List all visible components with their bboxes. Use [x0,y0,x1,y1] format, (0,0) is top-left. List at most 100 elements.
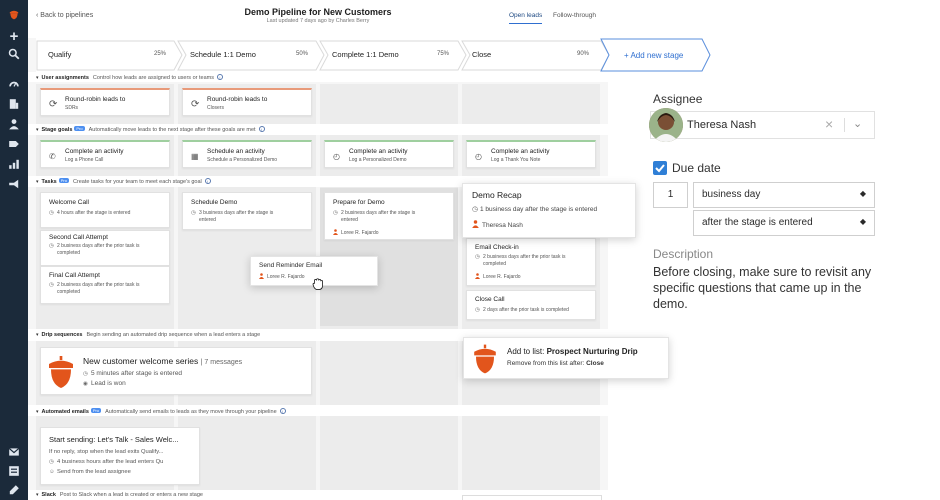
section-tasks[interactable]: ▾ Tasks Pro Create tasks for your team to m… [36,178,211,185]
due-unit-value: business day [702,189,761,200]
task-timing: 2 business days after the prior task is [57,282,140,288]
caret-down-icon: ▾ [36,75,39,81]
stage-complete[interactable]: Complete 1:1 Demo [332,50,399,59]
due-date-checkbox[interactable] [653,161,667,175]
section-title: Automated emails [41,409,89,415]
list-icon[interactable] [6,463,22,479]
inbox-icon[interactable] [6,444,22,460]
clipboard-icon[interactable] [6,482,22,498]
dragging-task-card[interactable]: Send Reminder Email Loree R. Fajardo [250,256,378,291]
brand-acorn-icon[interactable] [6,6,22,22]
task-title: Close Call [475,296,505,303]
task-timing: 2 business days after the prior task is [57,243,140,249]
due-anchor-select[interactable]: after the stage is entered ◆ [693,210,875,236]
description-text[interactable]: Before closing, make sure to revisit any… [653,264,883,312]
goal-card[interactable]: ◴ Complete an activity Log a Personalize… [324,140,454,168]
email-stop-rule: If no reply, stop when the lead exits Qu… [49,449,164,455]
stage-name: Qualify [48,50,72,59]
task-card[interactable]: Email Check-in ◷ 2 business days after th… [466,238,596,286]
info-icon[interactable]: i [216,74,223,80]
clock-icon: ◷ [475,254,480,260]
chevron-down-icon[interactable]: ⌄ [853,117,862,130]
section-slack[interactable]: ▾ Slack Post to Slack when a lead is creat… [36,492,203,498]
round-robin-icon: ⟳ [49,99,58,110]
task-card[interactable]: Prepare for Demo ◷ 2 business days after … [324,192,454,240]
section-drip-sequences[interactable]: ▾ Drip sequences Begin sending an automate… [36,332,260,338]
task-card[interactable]: Schedule Demo ◷ 3 business days after the… [182,192,312,230]
activity-icon: ◴ [333,152,340,161]
drip-message-count: | 7 messages [200,359,243,366]
stage-close[interactable]: Close [472,50,491,59]
dashboard-icon[interactable] [6,76,22,92]
reports-icon[interactable] [6,156,22,172]
goal-title: Complete an activity [349,148,408,155]
section-stage-goals[interactable]: ▾ Stage goals Pro Automatically move leads … [36,126,265,133]
caret-down-icon: ▾ [36,332,39,338]
section-desc: Begin sending an automated drip sequence… [86,332,261,338]
section-title: Slack [41,492,56,498]
assignee-label: Assignee [653,92,703,106]
demo-recap-card[interactable]: Demo Recap ◷ 1 business day after the sta… [462,183,636,238]
task-card[interactable]: Second Call Attempt ◷ 2 business days aft… [40,230,170,266]
task-card[interactable]: Final Call Attempt ◷ 2 business days afte… [40,266,170,304]
due-unit-select[interactable]: business day ◆ [693,182,875,208]
assignment-card[interactable]: ⟳ Round-robin leads to SDRs [40,88,170,116]
goal-sub: Log a Personalized Demo [349,157,407,163]
select-arrow-icon: ◆ [859,217,866,226]
building-icon[interactable] [6,96,22,112]
task-card[interactable]: Close Call ◷ 2 days after the prior task … [466,290,596,320]
drip-card[interactable]: New customer welcome series | 7 messages… [40,347,312,395]
task-timing-cont: entered [199,216,216,223]
person-icon [475,273,480,279]
checkmark-icon [655,164,665,173]
tab-open-leads[interactable]: Open leads [509,12,543,24]
person-icon [472,220,479,228]
goal-title: Complete an activity [65,148,124,155]
goal-card[interactable]: ◴ Complete an activity Log a Thank You N… [466,140,596,168]
assignment-title: Round-robin leads to [65,96,126,103]
megaphone-icon[interactable] [6,176,22,192]
stage-percent: 90% [577,51,590,57]
goal-card[interactable]: ✆ Complete an activity Log a Phone Call [40,140,170,168]
section-desc: Create tasks for your team to meet each … [72,179,202,185]
email-card[interactable]: Start sending: Let's Talk - Sales Welc..… [40,427,200,485]
task-title: Send Reminder Email [259,262,323,269]
info-icon[interactable]: i [258,126,265,132]
goal-card[interactable]: ▦ Schedule an activity Schedule a Person… [182,140,312,168]
task-card[interactable]: Welcome Call ◷ 4 hours after the stage is… [40,192,170,228]
assignment-title: Round-robin leads to [207,96,268,103]
clock-icon: ◷ [49,282,54,288]
stage-qualify[interactable]: Qualify [48,50,71,59]
pro-badge: Pro [90,408,102,413]
due-number-input[interactable]: 1 [653,182,688,208]
add-icon[interactable]: + [6,28,22,45]
opportunity-icon[interactable] [6,136,22,152]
person-icon[interactable] [6,116,22,132]
grab-cursor-icon [311,277,325,296]
search-icon[interactable] [6,46,22,62]
assignment-card[interactable]: ⟳ Round-robin leads to Closers [182,88,312,116]
section-desc: Automatically send emails to leads as th… [105,409,277,415]
due-anchor-value: after the stage is entered [702,217,813,228]
header-bar: ‹ Back to pipelines Demo Pipeline for Ne… [28,0,608,38]
section-automated-emails[interactable]: ▾ Automated emails Pro Automatically send e… [36,408,286,415]
caret-down-icon: ▾ [36,409,39,415]
info-icon[interactable]: i [279,408,286,414]
stage-schedule[interactable]: Schedule 1:1 Demo [190,50,256,59]
drip-list-card[interactable]: Add to list: Prospect Nurturing Drip Rem… [463,337,669,379]
email-timing: 4 business hours after the lead enters Q… [57,459,164,465]
pipeline-editor: ‹ Back to pipelines Demo Pipeline for Ne… [28,0,608,500]
clock-icon: ◷ [472,206,479,213]
goal-title: Schedule an activity [207,148,265,155]
section-user-assignments[interactable]: ▾ User assignments Control how leads are a… [36,74,223,81]
description-label: Description [653,247,714,261]
add-stage-button[interactable]: + Add new stage [624,51,683,60]
info-icon[interactable]: i [204,178,211,184]
clear-icon[interactable]: × [825,116,833,132]
tab-follow-through[interactable]: Follow-through [553,12,596,23]
goal-sub: Log a Phone Call [65,157,104,163]
sidebar: + [0,0,28,500]
assignee-select[interactable]: Theresa Nash × ⌄ [649,108,875,142]
pro-badge: Pro [58,178,69,183]
person-icon: ☺ [49,469,55,475]
